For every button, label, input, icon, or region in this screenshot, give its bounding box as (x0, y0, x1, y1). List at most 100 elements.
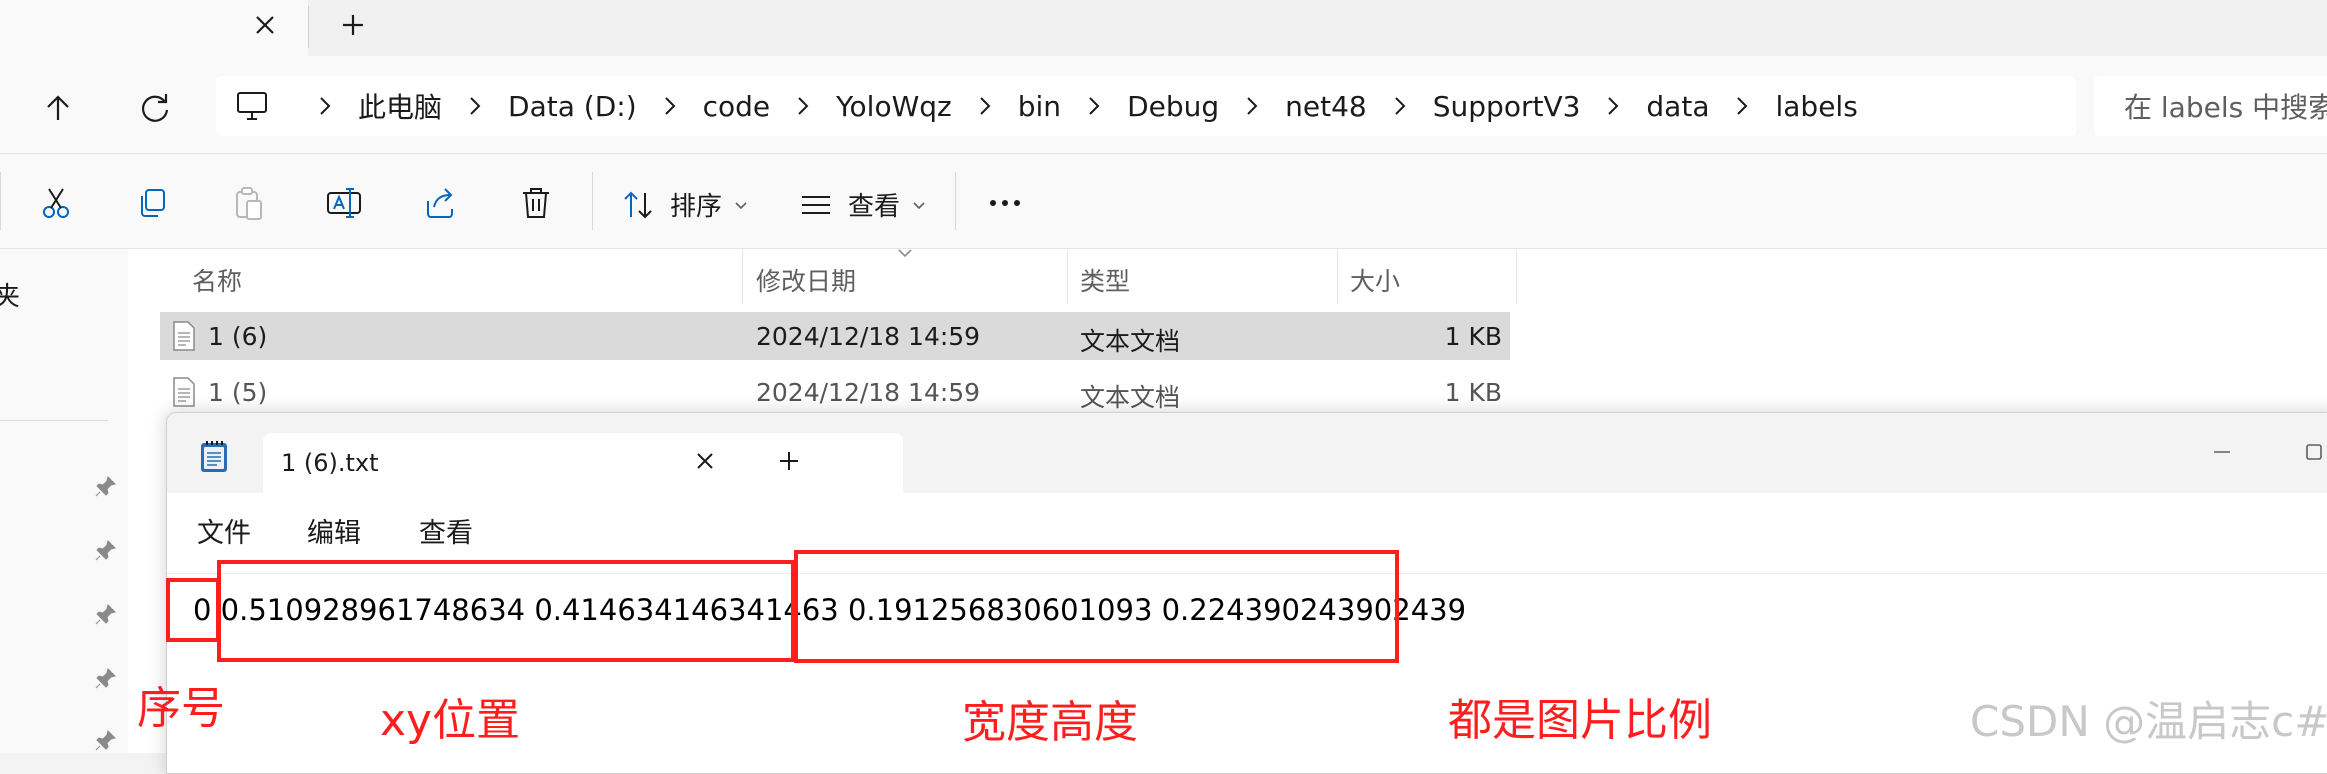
annotation-label-index: 序号 (137, 683, 225, 734)
breadcrumb-item[interactable]: net48 (1219, 90, 1367, 123)
annotation-label-xy: xy位置 (380, 695, 521, 746)
pin-icon (94, 728, 118, 752)
share-icon[interactable] (420, 183, 460, 223)
nav-divider (0, 420, 108, 421)
chevron-right-icon[interactable] (655, 91, 685, 121)
text-file-icon (173, 377, 195, 407)
paste-icon (228, 183, 268, 223)
sort-button[interactable]: 排序 (620, 186, 750, 223)
breadcrumb-label: data (1646, 89, 1710, 123)
annotation-box-index (166, 578, 220, 642)
sort-icon (624, 191, 652, 218)
column-separator[interactable] (742, 250, 743, 304)
watermark: CSDN @温启志c# (1970, 697, 2327, 746)
copy-icon[interactable] (132, 183, 172, 223)
column-header-name[interactable]: 名称 (192, 262, 242, 298)
breadcrumb-item[interactable]: Data (D:) (442, 90, 637, 123)
chevron-right-icon[interactable] (1079, 91, 1109, 121)
column-separator[interactable] (1516, 250, 1517, 304)
file-type: 文本文档 (1080, 327, 1181, 356)
chevron-right-icon[interactable] (1727, 91, 1757, 121)
menu-edit[interactable]: 编辑 (307, 511, 361, 550)
view-label: 查看 (848, 192, 901, 222)
view-button[interactable]: 查看 (798, 186, 928, 223)
annotation-box-wh (794, 550, 1399, 663)
breadcrumb-item[interactable]: YoloWqz (770, 90, 952, 123)
file-type: 文本文档 (1080, 383, 1181, 412)
refresh-icon[interactable] (135, 88, 175, 128)
chevron-right-icon[interactable] (970, 91, 1000, 121)
chevron-down-icon (913, 201, 925, 209)
notepad-tab-title: 1 (6).txt (281, 449, 379, 477)
address-bar[interactable]: 此电脑 Data (D:) code YoloWqz bin Debug net48 Supp… (216, 76, 2076, 136)
close-tab-icon[interactable] (250, 10, 280, 40)
column-separator[interactable] (1337, 250, 1338, 304)
breadcrumb-label: Debug (1127, 89, 1220, 123)
breadcrumb-item[interactable]: bin (952, 90, 1061, 123)
breadcrumb-item[interactable]: labels (1709, 89, 1858, 123)
file-size: 1 KB (1444, 378, 1502, 407)
file-modified: 2024/12/18 14:59 (756, 322, 981, 351)
column-separator[interactable] (1067, 250, 1068, 304)
breadcrumb-label: SupportV3 (1432, 89, 1581, 123)
annotation-label-wh: 宽度高度 (962, 697, 1138, 748)
breadcrumb-label: Data (D:) (508, 89, 637, 123)
breadcrumb-item[interactable]: code (637, 89, 771, 123)
breadcrumb-label: bin (1017, 89, 1062, 123)
sort-caret-icon (898, 249, 912, 258)
sort-label: 排序 (670, 192, 723, 222)
nav-item-partial[interactable]: 夹 (0, 276, 20, 313)
chevron-right-icon[interactable] (310, 91, 340, 121)
pin-icon (94, 666, 118, 690)
menu-file[interactable]: 文件 (197, 511, 251, 550)
breadcrumb-item[interactable]: SupportV3 (1367, 89, 1581, 123)
chevron-right-icon[interactable] (1598, 91, 1628, 121)
chevron-right-icon[interactable] (788, 91, 818, 121)
chevron-right-icon[interactable] (460, 91, 490, 121)
chevron-down-icon (735, 201, 747, 209)
column-header-type[interactable]: 类型 (1080, 262, 1130, 298)
maximize-icon[interactable] (2299, 437, 2327, 467)
pin-icon (94, 538, 118, 562)
annotation-label-ratio: 都是图片比例 (1448, 695, 1712, 746)
menu-view[interactable]: 查看 (419, 511, 473, 550)
text-file-icon (173, 321, 195, 351)
breadcrumb-label: net48 (1285, 89, 1367, 123)
pin-icon (94, 474, 118, 498)
notepad-app-icon (201, 441, 227, 472)
file-name: 1 (6) (208, 322, 268, 351)
breadcrumb-label: labels (1775, 89, 1858, 123)
pin-icon (94, 602, 118, 626)
file-size: 1 KB (1444, 322, 1502, 351)
up-arrow-icon[interactable] (38, 88, 78, 128)
minimize-icon[interactable] (2207, 437, 2237, 467)
breadcrumb-label: 此电脑 (358, 91, 443, 124)
breadcrumb-label: YoloWqz (836, 89, 952, 123)
chevron-right-icon[interactable] (1237, 91, 1267, 121)
more-options-icon[interactable] (985, 183, 1025, 223)
view-icon (802, 195, 830, 214)
close-tab-icon[interactable] (691, 447, 719, 475)
search-input[interactable]: 在 labels 中搜索 (2094, 76, 2327, 136)
column-header-modified[interactable]: 修改日期 (756, 262, 856, 298)
this-pc-icon (234, 88, 270, 124)
cut-icon[interactable] (36, 183, 76, 223)
breadcrumb-item[interactable]: 此电脑 (292, 86, 442, 126)
rename-icon[interactable] (324, 183, 364, 223)
command-separator (955, 172, 956, 230)
tab-separator (308, 6, 309, 48)
command-separator (0, 172, 1, 230)
breadcrumb-item[interactable]: data (1580, 90, 1709, 123)
annotation-box-xy (217, 560, 795, 662)
column-header-size[interactable]: 大小 (1350, 262, 1400, 298)
breadcrumb-item[interactable]: Debug (1061, 90, 1219, 123)
new-tab-icon[interactable] (775, 447, 803, 475)
file-modified: 2024/12/18 14:59 (756, 378, 981, 407)
table-row[interactable]: 1 (6) 2024/12/18 14:59 文本文档 1 KB (160, 312, 1510, 360)
breadcrumb: 此电脑 Data (D:) code YoloWqz bin Debug net48 Supp… (292, 86, 1858, 126)
chevron-right-icon[interactable] (1385, 91, 1415, 121)
delete-icon[interactable] (516, 183, 556, 223)
table-row[interactable]: 1 (5) 2024/12/18 14:59 文本文档 1 KB (160, 368, 1510, 416)
new-tab-icon[interactable] (338, 10, 368, 40)
breadcrumb-label: code (702, 89, 771, 123)
